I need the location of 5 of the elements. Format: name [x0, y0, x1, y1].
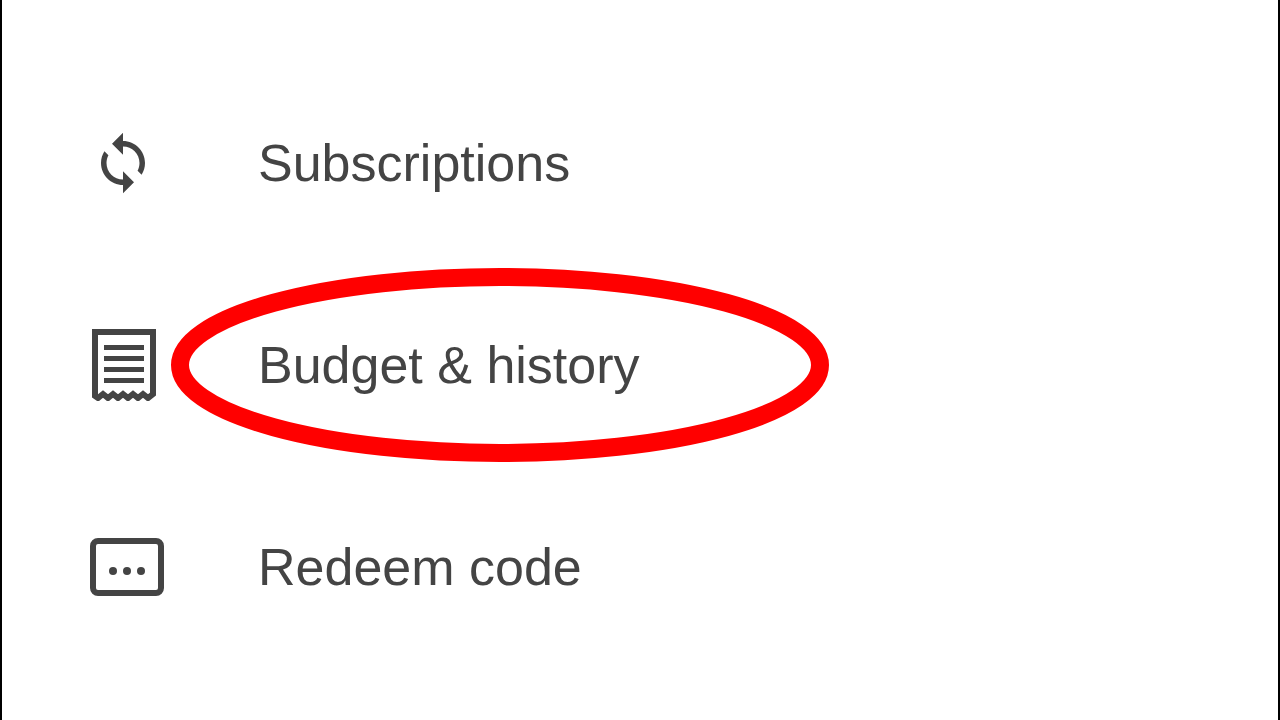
menu-item[interactable]: Budget & history: [258, 326, 640, 404]
receipt-icon: [90, 329, 158, 401]
menu-item[interactable]: Redeem code: [258, 528, 582, 606]
menu-item[interactable]: Subscriptions: [258, 124, 571, 202]
redeem-code-icon: [90, 538, 164, 596]
